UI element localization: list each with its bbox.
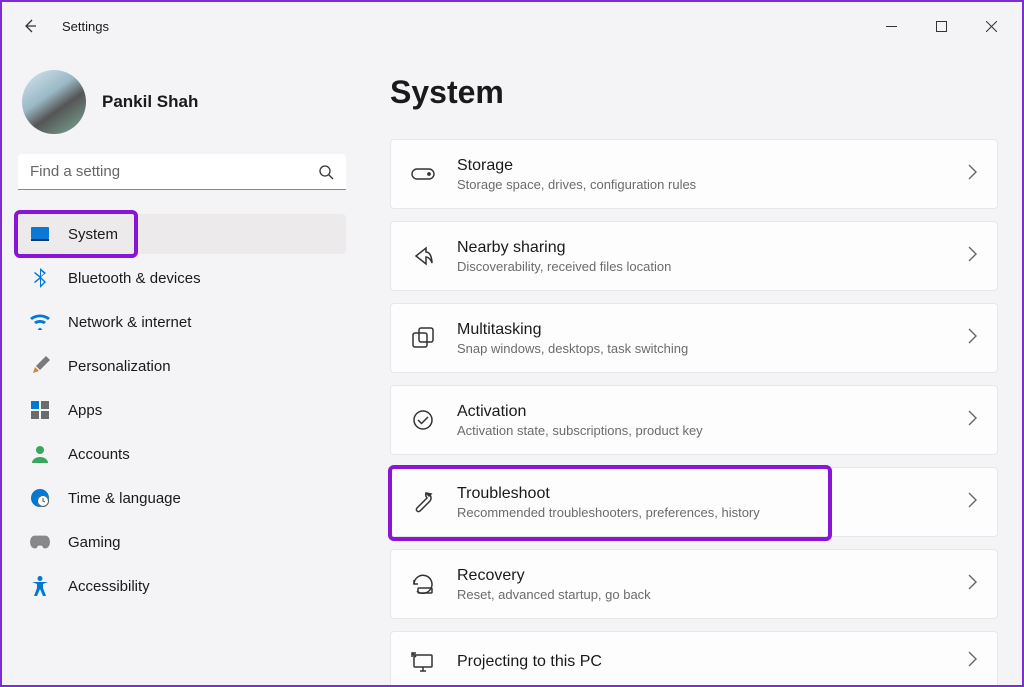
nav-item-bluetooth[interactable]: Bluetooth & devices (18, 258, 346, 298)
nav-list: System Bluetooth & devices Network & int… (18, 214, 346, 606)
globe-clock-icon (30, 488, 50, 508)
person-icon (30, 444, 50, 464)
checkmark-circle-icon (411, 408, 435, 432)
nav-item-accounts[interactable]: Accounts (18, 434, 346, 474)
chevron-right-icon (968, 410, 977, 431)
minimize-icon (886, 21, 897, 32)
arrow-left-icon (22, 18, 38, 34)
card-title: Recovery (457, 567, 946, 585)
multitask-icon (411, 326, 435, 350)
page-title: System (390, 74, 998, 111)
nav-item-apps[interactable]: Apps (18, 390, 346, 430)
settings-list: Storage Storage space, drives, configura… (390, 139, 998, 685)
nav-item-personalization[interactable]: Personalization (18, 346, 346, 386)
card-projecting[interactable]: Projecting to this PC (390, 631, 998, 685)
card-title: Nearby sharing (457, 239, 946, 257)
user-name: Pankil Shah (102, 92, 198, 112)
project-icon (411, 650, 435, 674)
nav-item-label: Time & language (68, 490, 181, 507)
nav-item-accessibility[interactable]: Accessibility (18, 566, 346, 606)
accessibility-icon (30, 576, 50, 596)
paintbrush-icon (30, 356, 50, 376)
chevron-right-icon (968, 164, 977, 185)
card-subtitle: Snap windows, desktops, task switching (457, 341, 946, 356)
recovery-icon (411, 572, 435, 596)
sidebar: Pankil Shah System Bluetooth & devices (2, 50, 362, 685)
card-subtitle: Discoverability, received files location (457, 259, 946, 274)
card-activation[interactable]: Activation Activation state, subscriptio… (390, 385, 998, 455)
wrench-icon (411, 490, 435, 514)
card-storage[interactable]: Storage Storage space, drives, configura… (390, 139, 998, 209)
close-button[interactable] (968, 10, 1014, 42)
nav-item-label: System (68, 226, 118, 243)
close-icon (986, 21, 997, 32)
search-box[interactable] (18, 154, 346, 190)
chevron-right-icon (968, 246, 977, 267)
card-subtitle: Activation state, subscriptions, product… (457, 423, 946, 438)
chevron-right-icon (968, 574, 977, 595)
nav-item-label: Bluetooth & devices (68, 270, 201, 287)
storage-icon (411, 162, 435, 186)
back-button[interactable] (10, 6, 50, 46)
minimize-button[interactable] (868, 10, 914, 42)
avatar (22, 70, 86, 134)
card-subtitle: Recommended troubleshooters, preferences… (457, 505, 946, 520)
user-block[interactable]: Pankil Shah (22, 70, 342, 134)
share-icon (411, 244, 435, 268)
bluetooth-icon (30, 268, 50, 288)
nav-item-label: Personalization (68, 358, 171, 375)
chevron-right-icon (968, 328, 977, 349)
apps-icon (30, 400, 50, 420)
card-title: Storage (457, 157, 946, 175)
search-icon (318, 164, 334, 180)
card-title: Multitasking (457, 321, 946, 339)
nav-item-system[interactable]: System (18, 214, 346, 254)
card-subtitle: Reset, advanced startup, go back (457, 587, 946, 602)
nav-item-label: Network & internet (68, 314, 191, 331)
search-input[interactable] (30, 163, 318, 180)
card-subtitle: Storage space, drives, configuration rul… (457, 177, 946, 192)
card-multitasking[interactable]: Multitasking Snap windows, desktops, tas… (390, 303, 998, 373)
chevron-right-icon (968, 651, 977, 672)
nav-item-network[interactable]: Network & internet (18, 302, 346, 342)
nav-item-time-language[interactable]: Time & language (18, 478, 346, 518)
window-controls (868, 10, 1014, 42)
nav-item-label: Apps (68, 402, 102, 419)
nav-item-label: Accounts (68, 446, 130, 463)
card-title: Projecting to this PC (457, 653, 946, 671)
card-nearby-sharing[interactable]: Nearby sharing Discoverability, received… (390, 221, 998, 291)
maximize-button[interactable] (918, 10, 964, 42)
card-troubleshoot[interactable]: Troubleshoot Recommended troubleshooters… (390, 467, 998, 537)
maximize-icon (936, 21, 947, 32)
chevron-right-icon (968, 492, 977, 513)
card-title: Troubleshoot (457, 485, 946, 503)
nav-item-label: Accessibility (68, 578, 150, 595)
card-recovery[interactable]: Recovery Reset, advanced startup, go bac… (390, 549, 998, 619)
window-title: Settings (62, 19, 109, 34)
gamepad-icon (30, 532, 50, 552)
system-icon (30, 224, 50, 244)
card-title: Activation (457, 403, 946, 421)
nav-item-label: Gaming (68, 534, 121, 551)
nav-item-gaming[interactable]: Gaming (18, 522, 346, 562)
titlebar: Settings (2, 2, 1022, 50)
wifi-icon (30, 312, 50, 332)
main-panel: System Storage Storage space, drives, co… (362, 50, 1022, 685)
